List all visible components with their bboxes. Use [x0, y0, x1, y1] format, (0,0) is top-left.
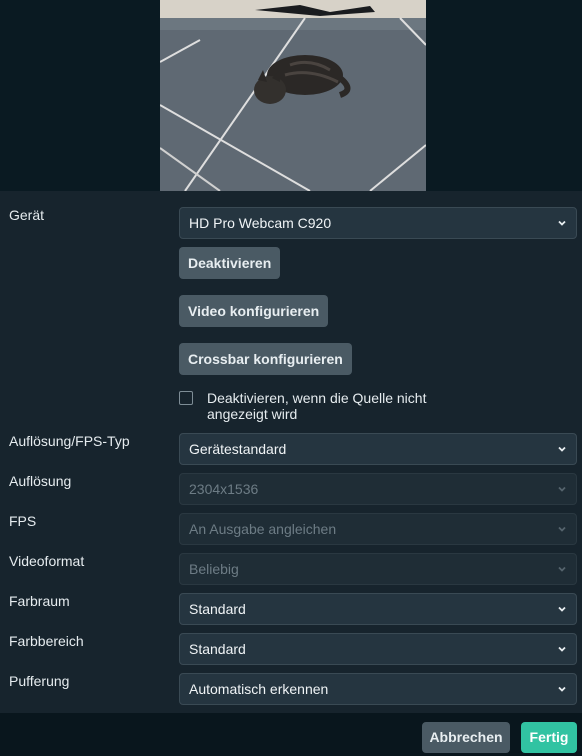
- device-select-value: HD Pro Webcam C920: [189, 215, 332, 231]
- webcam-preview: [160, 0, 426, 191]
- video-format-value: Beliebig: [189, 561, 239, 577]
- chevron-down-icon: [558, 526, 566, 532]
- color-space-value: Standard: [189, 601, 246, 617]
- preview-image: [160, 0, 426, 191]
- chevron-down-icon: [558, 646, 566, 652]
- chevron-down-icon: [558, 686, 566, 692]
- settings-panel: Gerät HD Pro Webcam C920 Deaktivieren Vi…: [0, 191, 582, 713]
- deactivate-when-hidden-checkbox[interactable]: [179, 391, 193, 405]
- color-range-label: Farbbereich: [9, 633, 84, 649]
- chevron-down-icon: [558, 606, 566, 612]
- resolution-label: Auflösung: [9, 473, 72, 489]
- configure-video-button[interactable]: Video konfigurieren: [179, 295, 329, 327]
- fps-select: An Ausgabe angleichen: [179, 513, 577, 545]
- fps-label: FPS: [9, 513, 37, 529]
- preview-area: [0, 0, 582, 191]
- chevron-down-icon: [558, 566, 566, 572]
- resolution-fps-type-value: Gerätestandard: [189, 441, 287, 457]
- buffering-select[interactable]: Automatisch erkennen: [179, 673, 577, 705]
- resolution-select: 2304x1536: [179, 473, 577, 505]
- device-select[interactable]: HD Pro Webcam C920: [179, 207, 577, 239]
- chevron-down-icon: [558, 446, 566, 452]
- color-range-select[interactable]: Standard: [179, 633, 577, 665]
- chevron-down-icon: [558, 220, 566, 226]
- buffering-label: Pufferung: [9, 673, 70, 689]
- resolution-fps-type-label: Auflösung/FPS-Typ: [9, 433, 130, 449]
- chevron-down-icon: [558, 486, 566, 492]
- color-space-select[interactable]: Standard: [179, 593, 577, 625]
- deactivate-button[interactable]: Deaktivieren: [179, 247, 281, 279]
- resolution-fps-type-select[interactable]: Gerätestandard: [179, 433, 577, 465]
- video-format-select: Beliebig: [179, 553, 577, 585]
- color-range-value: Standard: [189, 641, 246, 657]
- configure-crossbar-button[interactable]: Crossbar konfigurieren: [179, 343, 352, 375]
- deactivate-when-hidden-label: Deaktivieren, wenn die Quelle nicht ange…: [207, 390, 427, 422]
- cancel-button[interactable]: Abbrechen: [422, 722, 510, 753]
- device-label: Gerät: [9, 207, 45, 223]
- video-format-label: Videoformat: [9, 553, 85, 569]
- dialog-footer: Abbrechen Fertig: [0, 713, 582, 756]
- done-button[interactable]: Fertig: [521, 722, 577, 753]
- color-space-label: Farbraum: [9, 593, 70, 609]
- resolution-value: 2304x1536: [189, 481, 259, 497]
- buffering-value: Automatisch erkennen: [189, 681, 329, 697]
- fps-value: An Ausgabe angleichen: [189, 521, 337, 537]
